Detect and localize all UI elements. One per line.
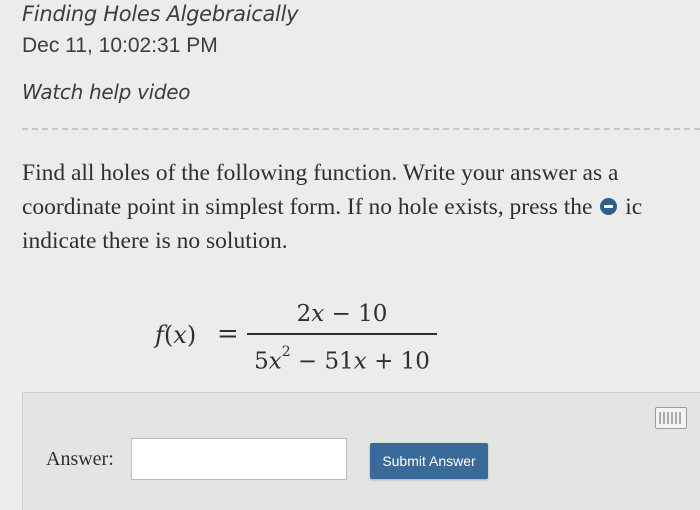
timestamp: Dec 11, 10:02:31 PM <box>22 34 218 57</box>
question-line-2-end: ic <box>625 194 643 220</box>
question-text: Find all holes of the following function… <box>22 156 700 258</box>
function-name: f(x) <box>155 321 197 349</box>
fraction-bar <box>247 333 437 335</box>
question-line-3: indicate there is no solution. <box>22 228 288 254</box>
header: Finding Holes Algebraically Dec 11, 10:0… <box>0 0 700 130</box>
minus-circle-icon <box>600 198 618 215</box>
answer-panel: Answer: Submit Answer <box>22 392 700 510</box>
question-line-1: Find all holes of the following function… <box>22 160 619 186</box>
answer-label: Answer: <box>46 448 114 470</box>
fraction: 2x − 10 5x2 − 51x + 10 <box>247 297 437 375</box>
submit-answer-button[interactable]: Submit Answer <box>370 443 488 479</box>
denominator: 5x2 − 51x + 10 <box>254 344 430 375</box>
page-title: Finding Holes Algebraically <box>22 2 299 26</box>
answer-input[interactable] <box>131 438 347 480</box>
function-formula: f(x) = 2x − 10 5x2 − 51x + 10 <box>155 297 455 377</box>
question-line-2: coordinate point in simplest form. If no… <box>22 190 700 224</box>
numerator: 2x − 10 <box>296 301 388 327</box>
question-line-2-start: coordinate point in simplest form. If no… <box>22 194 593 220</box>
help-video-link[interactable]: Watch help video <box>22 80 191 104</box>
divider <box>22 128 700 130</box>
keyboard-icon[interactable] <box>655 407 687 429</box>
equals-sign: = <box>217 319 239 349</box>
